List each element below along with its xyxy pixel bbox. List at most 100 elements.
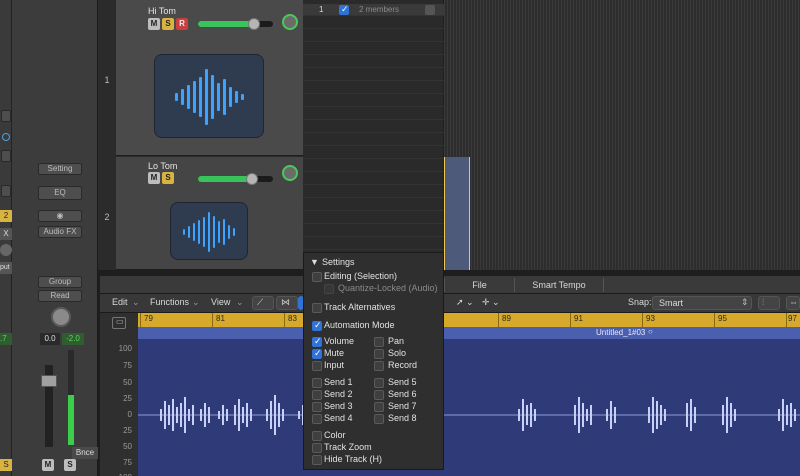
send4-checkbox[interactable]: [312, 414, 322, 424]
group-row[interactable]: [303, 30, 444, 42]
send7-checkbox[interactable]: [374, 402, 384, 412]
group-row[interactable]: [303, 225, 444, 237]
quantize-locked-checkbox[interactable]: [324, 284, 334, 294]
y-label: 25: [123, 426, 132, 435]
input-checkbox[interactable]: [312, 361, 322, 371]
group-row[interactable]: 1 2 members: [303, 4, 444, 16]
send1-checkbox[interactable]: [312, 378, 322, 388]
send4-label: Send 4: [324, 413, 353, 423]
solo-button[interactable]: S: [162, 18, 174, 30]
send1-label: Send 1: [324, 377, 353, 387]
horizontal-zoom-button[interactable]: ⇔: [786, 296, 800, 310]
track-header-hi-tom[interactable]: Hi Tom M S R: [116, 0, 303, 156]
group-row[interactable]: [303, 160, 444, 172]
volume-fader-knob[interactable]: [41, 375, 57, 387]
automation-curve-button[interactable]: ⟋: [252, 296, 274, 310]
waveform-display[interactable]: [138, 339, 800, 476]
hide-track-checkbox[interactable]: [312, 455, 322, 465]
audio-region[interactable]: [444, 157, 470, 270]
mute-button[interactable]: M: [148, 18, 160, 30]
group-row[interactable]: [303, 56, 444, 68]
solo-button[interactable]: S: [162, 172, 174, 184]
mute-button[interactable]: M: [148, 172, 160, 184]
hide-track-label: Hide Track (H): [324, 454, 383, 464]
region-header[interactable]: Untitled_1#03 ○: [138, 327, 800, 339]
group-row[interactable]: [303, 147, 444, 159]
arrange-area[interactable]: [444, 0, 800, 270]
pan-knob[interactable]: [282, 165, 298, 181]
editing-checkbox[interactable]: [312, 272, 322, 282]
solo-checkbox[interactable]: [374, 349, 384, 359]
setting-button[interactable]: Setting: [38, 163, 82, 175]
group-enable-checkbox[interactable]: [339, 4, 349, 15]
group-members-label: 2 members: [359, 5, 400, 14]
strip-button[interactable]: [1, 150, 11, 162]
strip-button[interactable]: [1, 185, 11, 197]
marquee-tool-icon[interactable]: ✛ ⌄: [482, 297, 500, 308]
group-row[interactable]: [303, 82, 444, 94]
volume-fader[interactable]: [198, 18, 273, 30]
strip-mute-button[interactable]: M: [42, 459, 54, 471]
send2-checkbox[interactable]: [312, 390, 322, 400]
strip-knob[interactable]: [0, 244, 12, 256]
view-menu[interactable]: View: [211, 297, 230, 307]
edit-menu[interactable]: Edit: [112, 297, 128, 307]
functions-menu[interactable]: Functions: [150, 297, 189, 307]
strip-num-badge: 2: [0, 210, 12, 222]
volume-fader[interactable]: [198, 173, 273, 185]
group-row[interactable]: [303, 212, 444, 224]
pan-knob[interactable]: [51, 307, 71, 327]
link-button[interactable]: ◉: [38, 210, 82, 222]
waveform-zoom-button[interactable]: ⫶: [758, 296, 780, 310]
record-checkbox[interactable]: [374, 361, 384, 371]
automation-read-button[interactable]: Read: [38, 290, 82, 302]
mute-checkbox[interactable]: [312, 348, 322, 359]
group-row[interactable]: [303, 69, 444, 81]
flex-button[interactable]: ⋈: [276, 296, 298, 310]
record-button[interactable]: R: [176, 18, 188, 30]
group-row[interactable]: [303, 95, 444, 107]
group-color-swatch[interactable]: [425, 5, 435, 15]
tab-file[interactable]: File: [444, 278, 514, 292]
local-menu-button[interactable]: ▭: [112, 317, 126, 329]
tab-smart-tempo[interactable]: Smart Tempo: [514, 278, 604, 292]
pan-checkbox[interactable]: [374, 337, 384, 347]
eq-button[interactable]: EQ: [38, 186, 82, 200]
strip-knob[interactable]: [2, 133, 10, 141]
volume-checkbox[interactable]: [312, 336, 322, 347]
automation-mode-label: Automation Mode: [324, 320, 395, 330]
group-row[interactable]: [303, 108, 444, 120]
output-label[interactable]: Bnce: [72, 447, 98, 459]
automation-mode-checkbox[interactable]: [312, 320, 322, 331]
volume-readout: 0.0: [40, 333, 60, 345]
select-arrows-icon: ⇕: [741, 297, 749, 307]
group-row[interactable]: [303, 199, 444, 211]
group-row[interactable]: [303, 43, 444, 55]
group-row[interactable]: [303, 134, 444, 146]
send8-checkbox[interactable]: [374, 414, 384, 424]
snap-select[interactable]: Smart ⇕: [652, 296, 752, 310]
track-alternatives-checkbox[interactable]: [312, 303, 322, 313]
send5-checkbox[interactable]: [374, 378, 384, 388]
track-icon: [170, 202, 248, 260]
disclosure-triangle-icon[interactable]: ▼: [310, 257, 319, 267]
send6-label: Send 6: [388, 389, 417, 399]
send6-checkbox[interactable]: [374, 390, 384, 400]
color-checkbox[interactable]: [312, 431, 322, 441]
track-zoom-checkbox[interactable]: [312, 443, 322, 453]
group-row[interactable]: [303, 238, 444, 250]
group-row[interactable]: [303, 121, 444, 133]
track-header-lo-tom[interactable]: Lo Tom M S: [116, 157, 303, 270]
audio-fx-button[interactable]: Audio FX: [38, 226, 82, 238]
group-row[interactable]: [303, 17, 444, 29]
strip-solo-button[interactable]: S: [64, 459, 76, 471]
strip-solo-button[interactable]: S: [0, 459, 12, 471]
group-row[interactable]: [303, 173, 444, 185]
strip-button[interactable]: [1, 110, 11, 122]
bar-ruler[interactable]: 79 81 83 89 91 93 95 97: [138, 313, 800, 327]
pointer-tool-icon[interactable]: ➚ ⌄: [456, 297, 474, 308]
group-row[interactable]: [303, 186, 444, 198]
pan-knob[interactable]: [282, 14, 298, 30]
group-button[interactable]: Group: [38, 276, 82, 288]
send3-checkbox[interactable]: [312, 402, 322, 412]
